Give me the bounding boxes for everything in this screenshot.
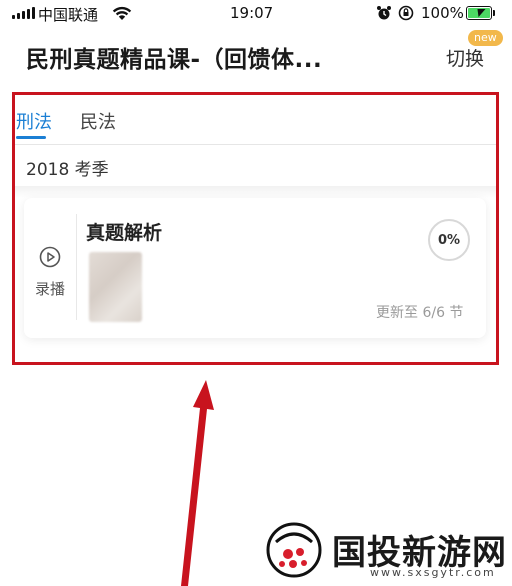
progress-value: 0%	[437, 232, 461, 248]
page-title: 民刑真题精品课-（回馈体...	[26, 47, 323, 73]
section-separator	[14, 186, 496, 198]
alarm-icon	[377, 6, 391, 20]
battery-percent: 100%	[421, 4, 464, 22]
watermark-url: www.sxsgytr.com	[370, 566, 496, 579]
active-tab-indicator	[16, 136, 46, 139]
course-title: 真题解析	[86, 222, 163, 244]
wifi-icon	[112, 6, 132, 20]
play-icon	[39, 246, 61, 268]
recorded-label: 录播	[35, 280, 66, 298]
subject-tabs: 刑法 民法	[16, 108, 116, 139]
clock: 19:07	[230, 4, 274, 22]
tab-label: 刑法	[16, 112, 52, 133]
new-badge: new	[468, 30, 503, 46]
tab-civil-law[interactable]: 民法	[80, 108, 116, 134]
battery-cap	[493, 10, 495, 16]
tab-label: 民法	[80, 112, 116, 133]
battery-charging-icon	[466, 6, 492, 20]
course-thumbnail	[89, 252, 142, 322]
season-label: 2018 考季	[26, 160, 109, 180]
update-status: 更新至 6/6 节	[376, 305, 464, 321]
signal-icon	[12, 7, 35, 19]
status-bar: 中国联通 19:07 100%	[0, 0, 512, 28]
card-divider	[76, 214, 77, 320]
orientation-lock-icon	[398, 5, 414, 21]
tab-criminal-law[interactable]: 刑法	[16, 108, 52, 139]
progress-indicator: 0%	[428, 219, 470, 261]
watermark-logo-icon	[266, 522, 322, 578]
carrier-label: 中国联通	[38, 6, 99, 24]
tab-divider	[12, 144, 499, 145]
switch-button[interactable]: 切换	[446, 44, 484, 71]
